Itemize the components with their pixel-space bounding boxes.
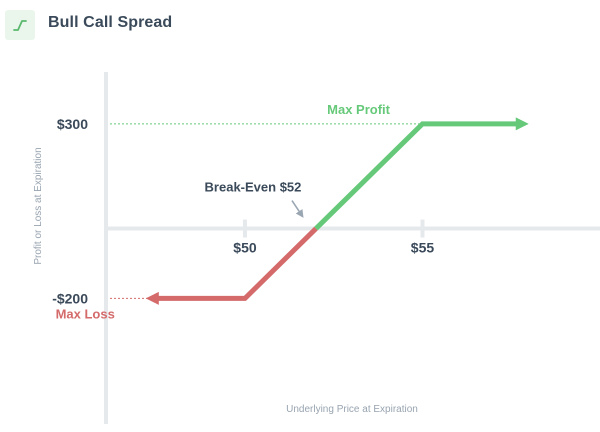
break-even-pointer — [291, 200, 304, 218]
profit-payoff-line — [314, 117, 529, 231]
break-even-label: Break-Even $52 — [205, 180, 302, 195]
y-axis-title: Profit or Loss at Expiration — [33, 147, 44, 264]
y-tick-label: $300 — [57, 116, 88, 132]
y-tick-label: -$200 — [52, 290, 88, 306]
max-profit-label: Max Profit — [327, 102, 391, 117]
max-loss-label: Max Loss — [56, 306, 115, 321]
x-axis-title: Underlying Price at Expiration — [286, 404, 418, 415]
x-tick-label: $55 — [411, 240, 435, 256]
payoff-chart: $50 $55 $300 -$200 Max Profit Max Loss Break-E… — [33, 72, 600, 424]
x-tick-label: $50 — [233, 240, 257, 256]
